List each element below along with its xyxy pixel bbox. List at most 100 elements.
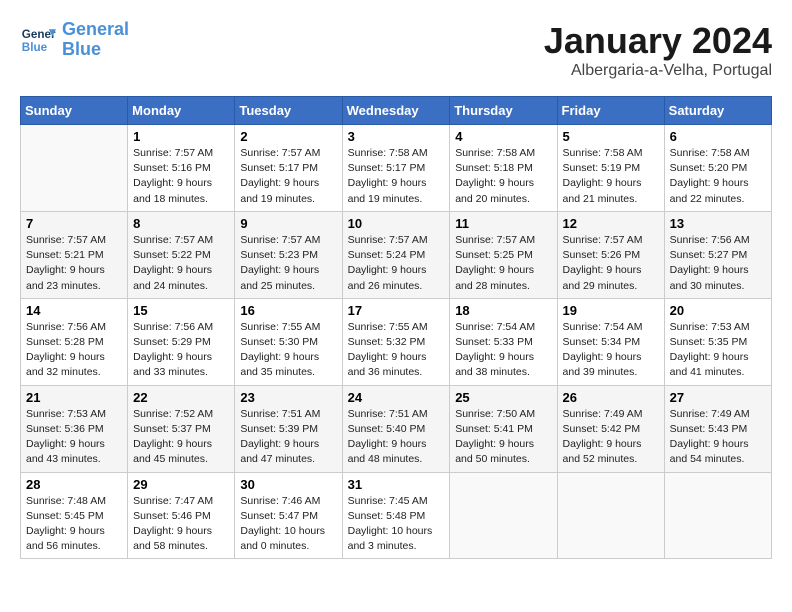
calendar-week-row: 1Sunrise: 7:57 AMSunset: 5:16 PMDaylight… <box>21 125 772 212</box>
calendar-cell: 30 Sunrise: 7:46 AMSunset: 5:47 PMDayligh… <box>235 472 342 559</box>
day-number: 10 <box>348 216 445 231</box>
calendar-cell: 17 Sunrise: 7:55 AMSunset: 5:32 PMDayligh… <box>342 298 450 385</box>
calendar-cell: 3 Sunrise: 7:58 AMSunset: 5:17 PMDaylight… <box>342 125 450 212</box>
day-number: 22 <box>133 390 229 405</box>
calendar-cell: 13Sunrise: 7:56 AMSunset: 5:27 PMDayligh… <box>664 211 771 298</box>
calendar-cell <box>21 125 128 212</box>
day-number: 15 <box>133 303 229 318</box>
calendar-week-row: 7 Sunrise: 7:57 AMSunset: 5:21 PMDaylight… <box>21 211 772 298</box>
day-info: Sunrise: 7:46 AMSunset: 5:47 PMDaylight:… <box>240 494 336 555</box>
day-info: Sunrise: 7:58 AMSunset: 5:17 PMDaylight:… <box>348 146 445 207</box>
day-number: 23 <box>240 390 336 405</box>
day-number: 9 <box>240 216 336 231</box>
calendar-cell: 24Sunrise: 7:51 AMSunset: 5:40 PMDayligh… <box>342 385 450 472</box>
day-info: Sunrise: 7:53 AMSunset: 5:35 PMDaylight:… <box>670 320 766 381</box>
calendar-cell: 21 Sunrise: 7:53 AMSunset: 5:36 PMDayligh… <box>21 385 128 472</box>
day-info: Sunrise: 7:47 AMSunset: 5:46 PMDaylight:… <box>133 494 229 555</box>
title-block: January 2024 Albergaria-a-Velha, Portuga… <box>544 20 772 80</box>
column-header-thursday: Thursday <box>450 97 557 125</box>
calendar-cell <box>557 472 664 559</box>
day-number: 5 <box>563 129 659 144</box>
day-number: 2 <box>240 129 336 144</box>
calendar-cell: 27 Sunrise: 7:49 AMSunset: 5:43 PMDayligh… <box>664 385 771 472</box>
calendar-cell: 20Sunrise: 7:53 AMSunset: 5:35 PMDayligh… <box>664 298 771 385</box>
day-number: 29 <box>133 477 229 492</box>
day-info: Sunrise: 7:54 AMSunset: 5:33 PMDaylight:… <box>455 320 551 381</box>
calendar-cell: 14Sunrise: 7:56 AMSunset: 5:28 PMDayligh… <box>21 298 128 385</box>
day-number: 12 <box>563 216 659 231</box>
day-number: 3 <box>348 129 445 144</box>
column-header-tuesday: Tuesday <box>235 97 342 125</box>
day-number: 7 <box>26 216 122 231</box>
calendar-cell: 19 Sunrise: 7:54 AMSunset: 5:34 PMDayligh… <box>557 298 664 385</box>
calendar-cell: 26 Sunrise: 7:49 AMSunset: 5:42 PMDayligh… <box>557 385 664 472</box>
calendar-cell: 31 Sunrise: 7:45 AMSunset: 5:48 PMDayligh… <box>342 472 450 559</box>
calendar-cell: 11 Sunrise: 7:57 AMSunset: 5:25 PMDayligh… <box>450 211 557 298</box>
day-number: 28 <box>26 477 122 492</box>
day-number: 17 <box>348 303 445 318</box>
calendar-cell: 4 Sunrise: 7:58 AMSunset: 5:18 PMDaylight… <box>450 125 557 212</box>
day-number: 16 <box>240 303 336 318</box>
day-info: Sunrise: 7:48 AMSunset: 5:45 PMDaylight:… <box>26 494 122 555</box>
calendar-cell: 29 Sunrise: 7:47 AMSunset: 5:46 PMDayligh… <box>128 472 235 559</box>
day-number: 27 <box>670 390 766 405</box>
calendar-cell: 25 Sunrise: 7:50 AMSunset: 5:41 PMDayligh… <box>450 385 557 472</box>
page-header: General Blue GeneralBlue January 2024 Al… <box>20 20 772 80</box>
day-info: Sunrise: 7:57 AMSunset: 5:24 PMDaylight:… <box>348 233 445 294</box>
day-info: Sunrise: 7:55 AMSunset: 5:32 PMDaylight:… <box>348 320 445 381</box>
calendar-cell: 6 Sunrise: 7:58 AMSunset: 5:20 PMDaylight… <box>664 125 771 212</box>
day-number: 1 <box>133 129 229 144</box>
page-title: January 2024 <box>544 20 772 62</box>
calendar-cell: 10 Sunrise: 7:57 AMSunset: 5:24 PMDayligh… <box>342 211 450 298</box>
calendar-week-row: 14Sunrise: 7:56 AMSunset: 5:28 PMDayligh… <box>21 298 772 385</box>
day-number: 4 <box>455 129 551 144</box>
calendar-table: SundayMondayTuesdayWednesdayThursdayFrid… <box>20 96 772 559</box>
svg-text:Blue: Blue <box>22 41 48 54</box>
calendar-cell: 8Sunrise: 7:57 AMSunset: 5:22 PMDaylight… <box>128 211 235 298</box>
calendar-cell: 15 Sunrise: 7:56 AMSunset: 5:29 PMDayligh… <box>128 298 235 385</box>
day-info: Sunrise: 7:58 AMSunset: 5:18 PMDaylight:… <box>455 146 551 207</box>
calendar-cell: 28 Sunrise: 7:48 AMSunset: 5:45 PMDayligh… <box>21 472 128 559</box>
page-subtitle: Albergaria-a-Velha, Portugal <box>544 62 772 80</box>
day-info: Sunrise: 7:54 AMSunset: 5:34 PMDaylight:… <box>563 320 659 381</box>
day-number: 25 <box>455 390 551 405</box>
day-info: Sunrise: 7:58 AMSunset: 5:20 PMDaylight:… <box>670 146 766 207</box>
column-header-saturday: Saturday <box>664 97 771 125</box>
day-info: Sunrise: 7:55 AMSunset: 5:30 PMDaylight:… <box>240 320 336 381</box>
day-info: Sunrise: 7:53 AMSunset: 5:36 PMDaylight:… <box>26 407 122 468</box>
day-info: Sunrise: 7:51 AMSunset: 5:39 PMDaylight:… <box>240 407 336 468</box>
day-info: Sunrise: 7:57 AMSunset: 5:22 PMDaylight:… <box>133 233 229 294</box>
day-number: 31 <box>348 477 445 492</box>
day-info: Sunrise: 7:45 AMSunset: 5:48 PMDaylight:… <box>348 494 445 555</box>
day-info: Sunrise: 7:51 AMSunset: 5:40 PMDaylight:… <box>348 407 445 468</box>
day-info: Sunrise: 7:58 AMSunset: 5:19 PMDaylight:… <box>563 146 659 207</box>
calendar-cell: 16 Sunrise: 7:55 AMSunset: 5:30 PMDayligh… <box>235 298 342 385</box>
day-info: Sunrise: 7:57 AMSunset: 5:21 PMDaylight:… <box>26 233 122 294</box>
day-info: Sunrise: 7:49 AMSunset: 5:43 PMDaylight:… <box>670 407 766 468</box>
logo: General Blue GeneralBlue <box>20 20 129 60</box>
day-info: Sunrise: 7:49 AMSunset: 5:42 PMDaylight:… <box>563 407 659 468</box>
day-number: 21 <box>26 390 122 405</box>
day-number: 11 <box>455 216 551 231</box>
day-number: 18 <box>455 303 551 318</box>
calendar-cell: 23 Sunrise: 7:51 AMSunset: 5:39 PMDayligh… <box>235 385 342 472</box>
day-info: Sunrise: 7:57 AMSunset: 5:25 PMDaylight:… <box>455 233 551 294</box>
day-number: 26 <box>563 390 659 405</box>
day-number: 14 <box>26 303 122 318</box>
day-number: 6 <box>670 129 766 144</box>
calendar-cell: 9 Sunrise: 7:57 AMSunset: 5:23 PMDaylight… <box>235 211 342 298</box>
day-info: Sunrise: 7:56 AMSunset: 5:29 PMDaylight:… <box>133 320 229 381</box>
day-info: Sunrise: 7:56 AMSunset: 5:27 PMDaylight:… <box>670 233 766 294</box>
logo-text: GeneralBlue <box>62 20 129 60</box>
day-info: Sunrise: 7:57 AMSunset: 5:23 PMDaylight:… <box>240 233 336 294</box>
column-header-monday: Monday <box>128 97 235 125</box>
calendar-header-row: SundayMondayTuesdayWednesdayThursdayFrid… <box>21 97 772 125</box>
column-header-sunday: Sunday <box>21 97 128 125</box>
day-info: Sunrise: 7:52 AMSunset: 5:37 PMDaylight:… <box>133 407 229 468</box>
calendar-cell: 12Sunrise: 7:57 AMSunset: 5:26 PMDayligh… <box>557 211 664 298</box>
day-info: Sunrise: 7:50 AMSunset: 5:41 PMDaylight:… <box>455 407 551 468</box>
calendar-cell: 18 Sunrise: 7:54 AMSunset: 5:33 PMDayligh… <box>450 298 557 385</box>
logo-icon: General Blue <box>20 22 56 58</box>
day-number: 19 <box>563 303 659 318</box>
day-number: 30 <box>240 477 336 492</box>
